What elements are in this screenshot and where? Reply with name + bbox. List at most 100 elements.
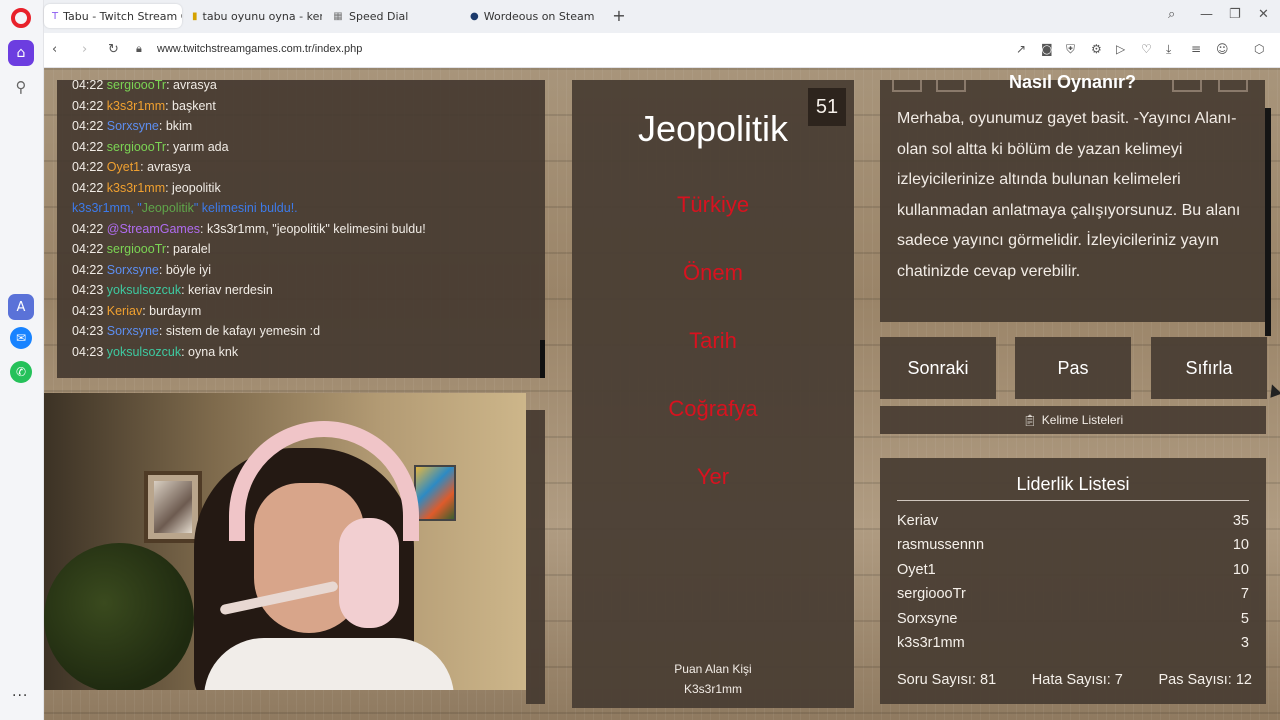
home-icon[interactable]: ⌂ xyxy=(8,40,34,66)
chat-username[interactable]: Oyet1 xyxy=(107,160,140,174)
leaderboard-row: Oyet1 10 xyxy=(897,558,1249,582)
new-tab-button[interactable]: + xyxy=(610,7,628,25)
stats-bar: Soru Sayısı: 81 Hata Sayısı: 7 Pas Sayıs… xyxy=(897,672,1252,688)
chat-username[interactable]: @StreamGames xyxy=(107,222,200,236)
reload-icon[interactable]: ↻ xyxy=(108,42,119,57)
chat-username[interactable]: k3s3r1mm xyxy=(107,181,165,195)
play-icon[interactable]: ▷ xyxy=(1116,42,1125,56)
chat-timestamp: 04:22 xyxy=(72,98,104,113)
chat-username[interactable]: Sorxsyne xyxy=(107,263,159,277)
taboo-word: Tarih xyxy=(689,328,737,353)
speed-dial-icon: ▦ xyxy=(333,10,343,22)
how-to-play-title: Nasıl Oynanır? xyxy=(1008,72,1137,92)
opera-logo-icon[interactable] xyxy=(11,8,31,28)
chat-message: 04:22 k3s3r1mm: başkent xyxy=(57,96,545,117)
game-page: 04:22 sergioooTr: avrasya 04:22 k3s3r1mm:… xyxy=(44,68,1280,720)
word-lists-label: Kelime Listeleri xyxy=(1041,413,1124,427)
chat-timestamp: 04:22 xyxy=(72,242,104,256)
player-name: rasmussennn xyxy=(897,537,985,554)
close-icon[interactable]: ✕ xyxy=(1258,7,1269,22)
chat-timestamp: 04:23 xyxy=(72,344,104,359)
app-store-icon[interactable]: A xyxy=(8,294,34,320)
chat-text: : paralel xyxy=(166,242,211,256)
camera-icon[interactable]: ◙ xyxy=(1041,42,1053,56)
tab-speed-dial[interactable]: ▦ Speed Dial xyxy=(324,4,462,28)
pin-icon[interactable]: ⚲ xyxy=(8,74,34,100)
clipboard-icon: 📋︎ xyxy=(1022,414,1037,427)
forward-icon[interactable]: › xyxy=(82,42,87,57)
browser-sidebar: ⌂ ⚲ A ✉ ✆ ··· xyxy=(0,0,44,720)
next-button[interactable]: Sonraki xyxy=(880,337,996,399)
chat-text: : böyle iyi xyxy=(158,262,211,277)
chat-username[interactable]: Sorxsyne xyxy=(107,324,159,338)
back-icon[interactable]: ‹ xyxy=(52,42,57,57)
tab-steam[interactable]: ● Wordeous on Steam xyxy=(462,4,602,28)
scorer-label: Puan Alan Kişi xyxy=(674,662,752,676)
question-count: Soru Sayısı: 81 xyxy=(897,672,997,688)
chat-message: 04:23 yoksulsozcuk: keriav nerdesin xyxy=(57,280,545,301)
chat-username[interactable]: yoksulsozcuk xyxy=(107,345,181,359)
vpn-icon[interactable]: ⚙ xyxy=(1091,42,1102,56)
download-icon[interactable]: ⤓ xyxy=(1166,42,1171,57)
leaderboard-row: k3s3r1mm 3 xyxy=(897,631,1249,655)
profile-icon[interactable]: ☺ xyxy=(1216,42,1229,56)
pass-button[interactable]: Pas xyxy=(1015,337,1131,399)
chat-text: : yarım ada xyxy=(166,139,229,154)
heart-icon[interactable]: ♡ xyxy=(1141,42,1152,56)
player-score: 10 xyxy=(1232,537,1249,554)
tab-twitch[interactable]: T Tabu - Twitch Stream Gam xyxy=(44,4,182,28)
messenger-icon[interactable]: ✉ xyxy=(10,327,32,349)
search-tabs-icon[interactable]: ⌕ xyxy=(1168,7,1175,22)
chat-message: 04:22 Sorxsyne: böyle iyi xyxy=(57,260,545,281)
chat-timestamp: 04:22 xyxy=(72,160,104,174)
chat-message: 04:23 Sorxsyne: sistem de kafayı yemesin… xyxy=(57,321,545,342)
chat-text: : avrasya xyxy=(166,80,217,92)
chat-message: 04:22 k3s3r1mm: jeopolitik xyxy=(57,178,545,199)
taboo-word: Önem xyxy=(683,260,743,285)
shield-icon[interactable]: ⛨ xyxy=(1066,42,1075,57)
chat-username[interactable]: sergioooTr xyxy=(107,242,166,256)
twitch-icon: T xyxy=(52,10,59,22)
reset-button[interactable]: Sıfırla xyxy=(1151,337,1267,399)
share-icon[interactable]: ↗ xyxy=(1016,42,1026,56)
whatsapp-icon[interactable]: ✆ xyxy=(10,361,32,383)
chat-username[interactable]: Keriav xyxy=(107,304,142,318)
error-count: Hata Sayısı: 7 xyxy=(1031,672,1123,688)
leaderboard-row: Sorxsyne 5 xyxy=(897,607,1249,631)
yandex-icon: ▮ xyxy=(192,10,198,22)
leaderboard-list: Keriav 35 rasmussennn 10 Oyet1 10 sergioooTr 7 S… xyxy=(897,509,1249,657)
chat-username[interactable]: yoksulsozcuk xyxy=(107,283,181,297)
chat-username[interactable]: Sorxsyne xyxy=(107,119,159,133)
chat-scrollbar[interactable] xyxy=(540,340,545,378)
chat-text: : avrasya xyxy=(140,160,191,174)
chat-message: 04:22 sergioooTr: yarım ada xyxy=(57,137,545,158)
taboo-word: Yer xyxy=(696,464,730,489)
divider xyxy=(897,500,1249,501)
restore-icon[interactable]: ❐ xyxy=(1229,7,1241,22)
chat-text: : jeopolitik xyxy=(165,180,221,195)
minimize-icon[interactable]: — xyxy=(1200,7,1213,22)
tab-label: tabu oyunu oyna - kendi o xyxy=(202,9,322,23)
chat-timestamp: 04:23 xyxy=(72,324,104,338)
how-to-play-scrollbar[interactable] xyxy=(1265,108,1271,336)
player-score: 3 xyxy=(1240,634,1249,651)
chat-message: 04:23 yoksulsozcuk: oyna knk xyxy=(57,342,545,363)
taboo-word: Türkiye xyxy=(676,192,750,217)
chat-message: 04:22 Oyet1: avrasya xyxy=(57,157,545,178)
word-lists-button[interactable]: 📋︎ Kelime Listeleri xyxy=(880,406,1266,434)
tab-tabu-search[interactable]: ▮ tabu oyunu oyna - kendi o xyxy=(184,4,322,28)
extensions-icon[interactable]: ⬡ xyxy=(1254,42,1264,56)
chat-username[interactable]: sergioooTr xyxy=(107,140,166,154)
target-word: Jeopolitik xyxy=(637,108,789,149)
player-score: 35 xyxy=(1232,513,1249,529)
word-card: 51 Jeopolitik Türkiye Önem Tarih Coğrafy… xyxy=(572,80,854,708)
menu-icon[interactable]: ≡ xyxy=(1191,42,1201,56)
player-score: 10 xyxy=(1232,561,1249,578)
scorer-name: K3s3r1mm xyxy=(683,682,742,696)
tab-label: Speed Dial xyxy=(349,9,409,23)
more-icon[interactable]: ··· xyxy=(12,688,28,704)
chat-username[interactable]: sergioooTr xyxy=(107,80,166,92)
url-field[interactable]: www.twitchstreamgames.com.tr/index.php xyxy=(157,43,362,55)
player-name: Sorxsyne xyxy=(897,610,958,627)
chat-username[interactable]: k3s3r1mm xyxy=(107,99,165,113)
